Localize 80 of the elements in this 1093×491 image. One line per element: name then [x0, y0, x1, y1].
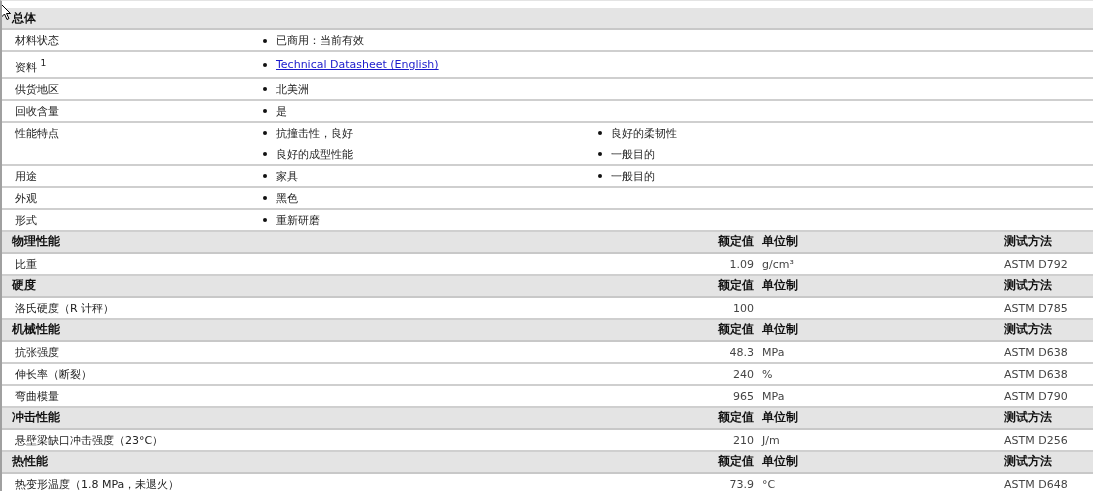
table-cell-text: g/cm³: [761, 256, 795, 272]
column-header: 测试方法: [1004, 278, 1053, 294]
property-label: 抗张强度: [15, 344, 60, 360]
table-cell: 210: [733, 432, 754, 448]
column-header: 测试方法: [1004, 410, 1053, 426]
bullet-icon: [263, 218, 267, 223]
table-cell-text: MPa: [761, 344, 786, 360]
column-header: 测试方法: [1004, 454, 1053, 470]
property-value: 已商用：当前有效: [276, 33, 364, 48]
property-label: 资料 $^{1}$: [15, 56, 48, 75]
table-cell: 965: [733, 388, 754, 404]
property-value: 家具: [276, 168, 298, 184]
section-title: 热性能: [12, 454, 49, 470]
section-title: 物理性能: [12, 234, 61, 250]
table-cell-text: ASTM D790: [1004, 388, 1069, 404]
property-label: 材料状态: [15, 33, 60, 48]
table-cell: 1.09: [729, 256, 754, 272]
property-value: 良好的柔韧性: [611, 125, 677, 141]
property-value: 黑色: [276, 190, 298, 206]
column-header: 额定值: [718, 234, 754, 250]
property-value: 北美洲: [276, 81, 309, 97]
column-header: 单位制: [761, 278, 799, 294]
bullet-icon: [598, 152, 602, 157]
property-label: 弯曲模量: [15, 388, 60, 404]
table-cell-text: %: [761, 366, 774, 382]
column-header: 单位制: [761, 454, 799, 470]
property-value: 良好的成型性能: [276, 146, 353, 162]
table-cell: 240: [733, 366, 754, 382]
column-header: 额定值: [718, 322, 754, 338]
column-header: 单位制: [761, 234, 799, 250]
column-header: 额定值: [718, 410, 754, 426]
property-label: 用途: [15, 168, 38, 184]
table-cell: 73.9: [729, 476, 754, 491]
table-cell-text: ASTM D785: [1004, 300, 1069, 316]
property-value: 一般目的: [611, 168, 655, 184]
table-cell-text: ASTM D638: [1004, 344, 1069, 360]
property-label: 洛氏硬度（R 计秤）: [15, 300, 116, 316]
property-label: 热变形温度（1.8 MPa，未退火）: [15, 476, 181, 491]
section-title: 总体: [12, 10, 36, 26]
section-title: 机械性能: [12, 322, 61, 338]
section-title: 硬度: [12, 278, 37, 294]
property-value: 抗撞击性，良好: [276, 125, 353, 141]
column-header: 额定值: [718, 278, 754, 294]
table-cell-text: ASTM D638: [1004, 366, 1069, 382]
section-title: 冲击性能: [12, 410, 61, 426]
bullet-icon: [263, 87, 267, 92]
bullet-icon: [263, 131, 267, 136]
bullet-icon: [598, 174, 602, 179]
property-label: 比重: [15, 256, 38, 272]
table-cell-text: MPa: [761, 388, 786, 404]
table-cell: 48.3: [729, 344, 754, 360]
table-cell-text: ASTM D792: [1004, 256, 1069, 272]
property-value: 是: [276, 103, 287, 119]
column-header: 单位制: [761, 322, 799, 338]
property-label: 回收含量: [15, 103, 60, 119]
bullet-icon: [263, 174, 267, 179]
datasheet-link[interactable]: Technical Datasheet (English): [276, 57, 439, 73]
table-cell-text: J/m: [760, 432, 781, 448]
property-label: 伸长率（断裂）: [15, 366, 93, 382]
property-label: 悬壁梁缺口冲击强度（23°C）: [15, 432, 165, 448]
property-label: 外观: [15, 190, 38, 206]
property-value: 重新研磨: [276, 212, 320, 228]
column-header: 测试方法: [1004, 234, 1053, 250]
bullet-icon: [263, 196, 267, 201]
column-header: 测试方法: [1004, 322, 1053, 338]
property-value: 一般目的: [611, 146, 655, 162]
property-label: 形式: [15, 212, 38, 228]
bullet-icon: [263, 109, 267, 114]
table-cell-text: ASTM D256: [1004, 432, 1069, 448]
column-header: 单位制: [761, 410, 799, 426]
column-header: 额定值: [718, 454, 754, 470]
property-label: 供货地区: [15, 81, 60, 97]
property-label: 性能特点: [15, 125, 60, 142]
bullet-icon: [263, 152, 267, 157]
bullet-icon: [263, 62, 267, 67]
bullet-icon: [263, 38, 267, 43]
bullet-icon: [598, 131, 602, 136]
table-cell: 100: [733, 300, 754, 316]
table-cell-text: °C: [761, 476, 777, 491]
table-cell-text: ASTM D648: [1004, 476, 1069, 491]
